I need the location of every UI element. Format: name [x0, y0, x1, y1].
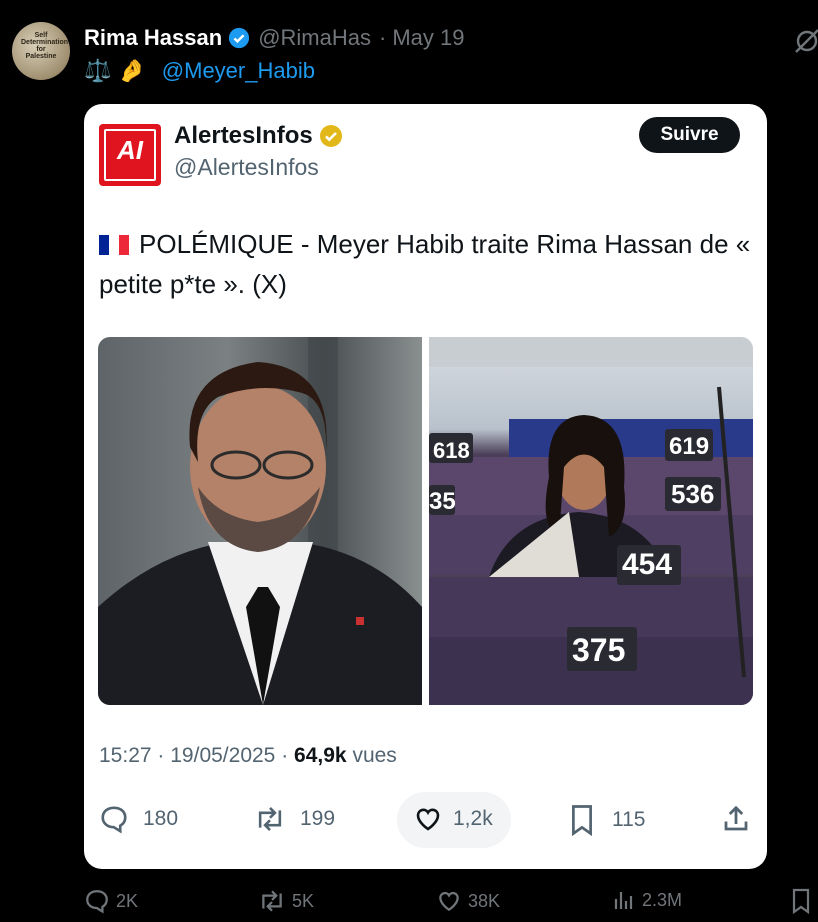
avatar-text: Self Determination for Palestine — [21, 32, 69, 60]
date-separator: · — [378, 25, 387, 50]
france-flag-icon — [99, 235, 129, 255]
author-avatar[interactable]: Self Determination for Palestine — [12, 22, 70, 80]
reply-icon — [101, 806, 127, 834]
bookmark-icon — [572, 805, 592, 836]
seat-number: 536 — [671, 479, 714, 509]
outer-like-button[interactable]: 38K — [436, 888, 500, 914]
grok-icon[interactable] — [792, 26, 818, 56]
post-date[interactable]: May 19 — [392, 25, 464, 51]
outer-repost-button[interactable]: 5K — [258, 888, 314, 914]
share-button[interactable] — [721, 804, 751, 834]
quoted-author-handle[interactable]: @AlertesInfos — [174, 154, 319, 181]
mention-link[interactable]: @Meyer_Habib — [162, 58, 315, 84]
quoted-author-name[interactable]: AlertesInfos — [174, 122, 313, 150]
seat-number: 375 — [572, 632, 625, 668]
quoted-text: POLÉMIQUE - Meyer Habib traite Rima Hass… — [99, 229, 751, 299]
outer-like-count: 38K — [468, 890, 501, 911]
quoted-meta: 15:27 · 19/05/2025 · 64,9k vues — [99, 744, 397, 768]
like-content: 1,2k — [413, 804, 493, 834]
outer-repost-count: 5K — [292, 890, 315, 911]
quoted-tweet-card[interactable]: AI AlertesInfos @AlertesInfos Suivre POL… — [84, 104, 767, 869]
meta-separator: · — [281, 744, 289, 767]
quoted-time[interactable]: 15:27 — [99, 744, 152, 767]
quoted-author-name-row: AlertesInfos — [174, 122, 343, 150]
views-count: 64,9k — [294, 744, 347, 767]
post-action-bar: 2K 5K 38K 2.3M — [0, 888, 818, 918]
views-chart-icon — [614, 892, 633, 909]
bookmark-icon — [792, 888, 810, 914]
photo-parliament-drawing: 618 619 35 536 454 375 — [429, 337, 753, 705]
seat-number: 35 — [429, 488, 456, 515]
bookmark-count: 115 — [612, 808, 646, 831]
outer-views-button[interactable]: 2.3M — [612, 888, 682, 912]
heart-icon — [439, 891, 459, 912]
author-name[interactable]: Rima Hassan — [84, 25, 222, 51]
seat-number: 619 — [669, 433, 709, 460]
seat-number: 618 — [433, 438, 470, 463]
verified-badge-icon — [229, 27, 250, 49]
reply-icon — [86, 890, 108, 914]
photo-meyer-habib-drawing — [98, 337, 422, 705]
quoted-text-block: POLÉMIQUE - Meyer Habib traite Rima Hass… — [99, 224, 754, 304]
alertesinfos-logo[interactable]: AI — [99, 124, 161, 186]
like-count: 1,2k — [453, 807, 493, 830]
post-text: ⚖️ 🤌 @Meyer_Habib — [84, 58, 315, 84]
verified-gold-badge-icon — [319, 125, 342, 147]
photo-meyer-habib[interactable] — [98, 337, 422, 705]
post-header: Rima Hassan @RimaHas · May 19 — [84, 25, 464, 51]
media-grid: 618 619 35 536 454 375 — [98, 337, 753, 705]
like-button[interactable]: 1,2k — [397, 792, 511, 848]
outer-reply-button[interactable]: 2K — [84, 888, 138, 914]
photo-rima-hassan-parliament[interactable]: 618 619 35 536 454 375 — [429, 337, 753, 705]
repost-icon — [258, 807, 282, 831]
share-icon — [724, 805, 748, 831]
meta-separator: · — [157, 744, 165, 767]
outer-views-count: 2.3M — [642, 889, 683, 910]
outer-reply-count: 2K — [116, 890, 139, 911]
follow-button[interactable]: Suivre — [639, 117, 740, 153]
heart-icon — [416, 808, 440, 831]
logo-text: AI — [117, 135, 143, 165]
outer-bookmark-button[interactable] — [790, 888, 812, 914]
bookmark-button[interactable]: 115 — [568, 804, 645, 836]
quoted-action-bar: 180 199 1,2k 115 — [84, 792, 767, 848]
author-handle[interactable]: @RimaHas — [258, 25, 371, 51]
seat-number: 454 — [622, 548, 672, 581]
repost-icon — [262, 890, 282, 912]
views-label: vues — [352, 744, 397, 767]
repost-count: 199 — [300, 807, 336, 830]
repost-button[interactable]: 199 — [254, 804, 335, 834]
reply-button[interactable]: 180 — [99, 804, 178, 834]
reply-count: 180 — [143, 807, 179, 830]
post-emojis: ⚖️ 🤌 — [84, 58, 146, 84]
quoted-date[interactable]: 19/05/2025 — [170, 744, 275, 767]
